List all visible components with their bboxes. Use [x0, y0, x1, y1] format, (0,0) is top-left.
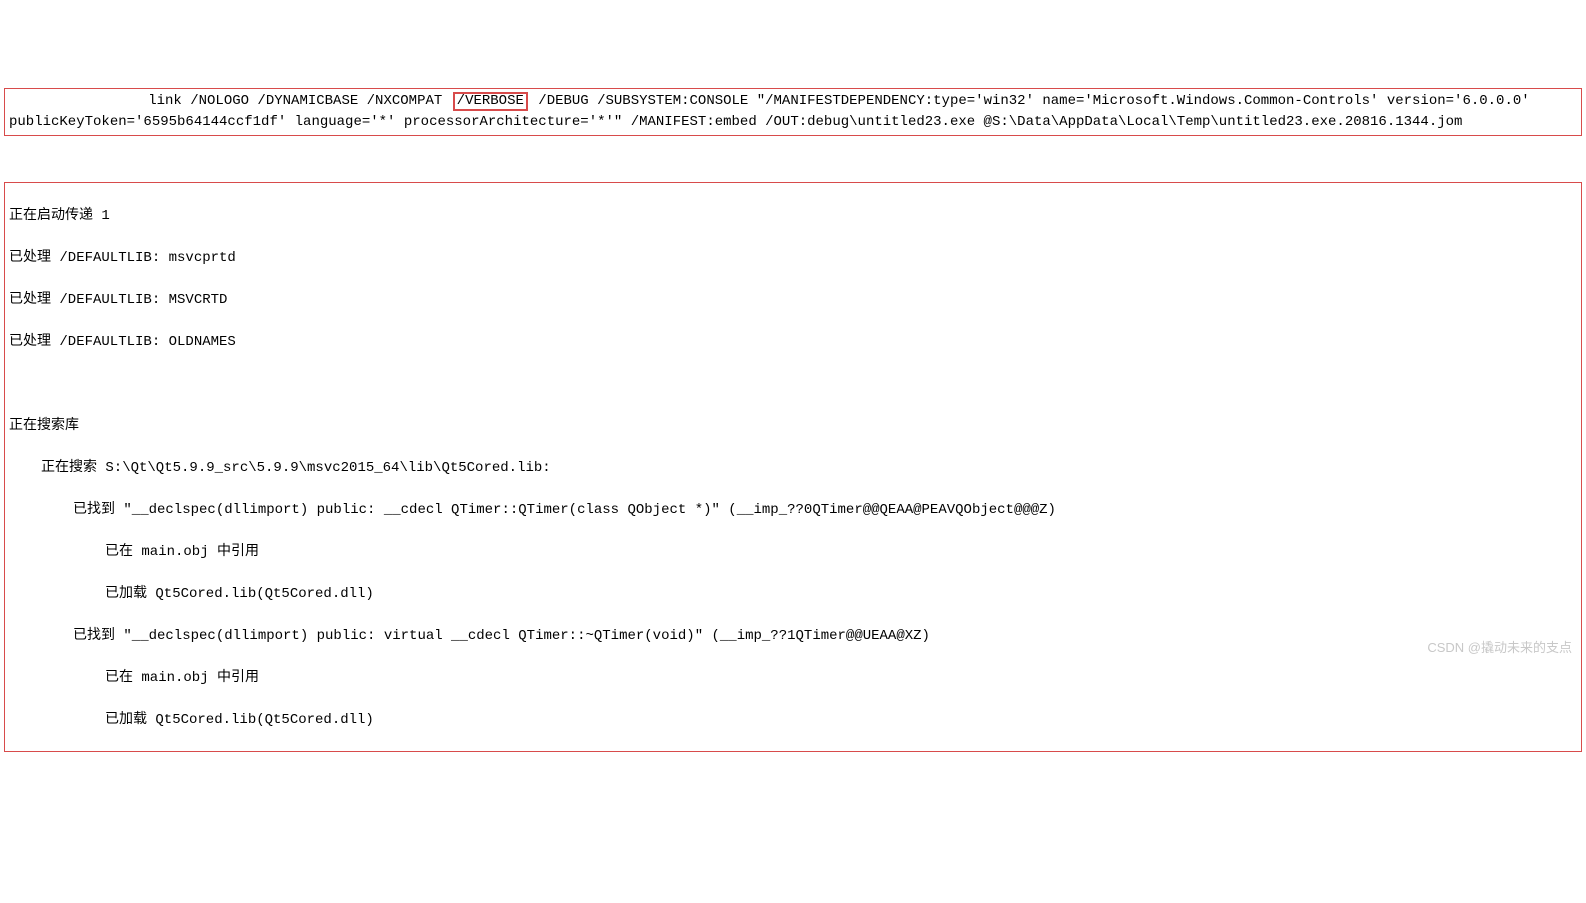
csdn-watermark: CSDN @撬动未来的支点 [1427, 638, 1572, 658]
verbose-flag-highlight: /VERBOSE [453, 92, 528, 111]
output-line: 已找到 "__declspec(dllimport) public: virtu… [9, 626, 1577, 647]
link-command-pre: link /NOLOGO /DYNAMICBASE /NXCOMPAT [9, 93, 451, 109]
linker-output-panel: 正在启动传递 1 已处理 /DEFAULTLIB: msvcprtd 已处理 /… [4, 182, 1582, 752]
output-line: 正在搜索库 [9, 416, 1577, 437]
output-line: 已加载 Qt5Cored.lib(Qt5Cored.dll) [9, 710, 1577, 731]
output-line: 正在启动传递 1 [9, 206, 1577, 227]
output-line: 已处理 /DEFAULTLIB: OLDNAMES [9, 332, 1577, 353]
link-command-panel: link /NOLOGO /DYNAMICBASE /NXCOMPAT /VER… [4, 88, 1582, 136]
output-blank [9, 374, 1577, 395]
output-line: 已处理 /DEFAULTLIB: MSVCRTD [9, 290, 1577, 311]
output-line: 已在 main.obj 中引用 [9, 542, 1577, 563]
output-line: 正在搜索 S:\Qt\Qt5.9.9_src\5.9.9\msvc2015_64… [9, 458, 1577, 479]
output-line: 已加载 Qt5Cored.lib(Qt5Cored.dll) [9, 584, 1577, 605]
output-line: 已找到 "__declspec(dllimport) public: __cde… [9, 500, 1577, 521]
output-line: 已处理 /DEFAULTLIB: msvcprtd [9, 248, 1577, 269]
output-line: 已在 main.obj 中引用 [9, 668, 1577, 689]
